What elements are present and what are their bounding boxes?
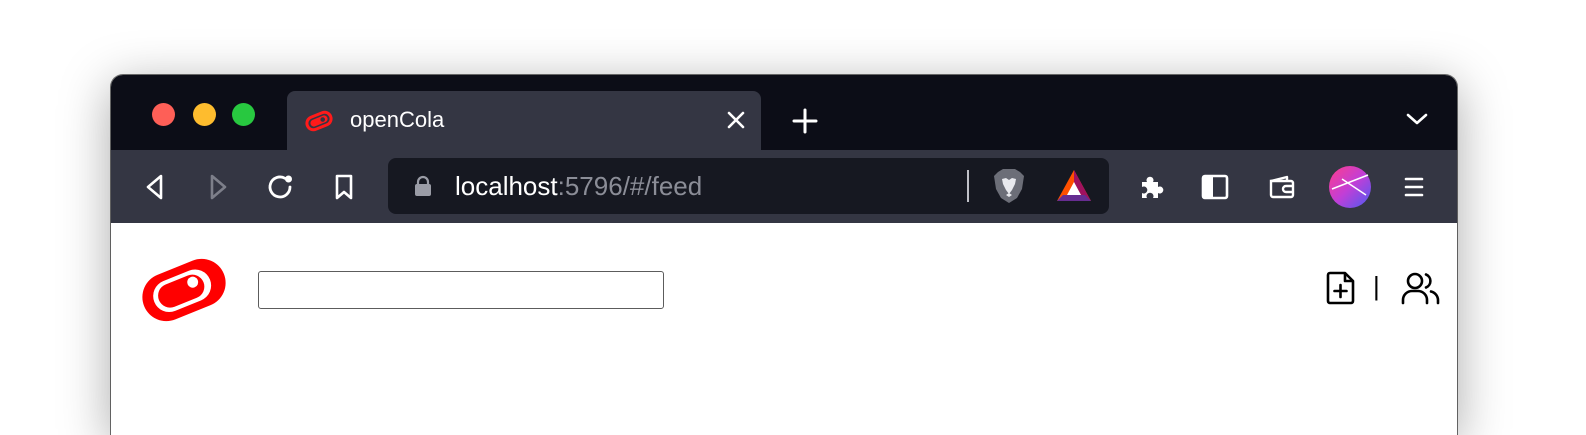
sidebar-icon[interactable]: [1200, 172, 1230, 202]
file-plus-icon[interactable]: [1325, 270, 1357, 306]
nav-divider: |: [1373, 271, 1380, 301]
page-content: |: [111, 223, 1457, 435]
lock-icon[interactable]: [413, 175, 433, 197]
url-path: :5796/#/feed: [557, 171, 703, 201]
brave-lion-icon[interactable]: [991, 167, 1027, 205]
puzzle-piece-icon[interactable]: [1137, 172, 1167, 202]
forward-arrow-icon[interactable]: [203, 172, 233, 202]
users-icon[interactable]: [1401, 270, 1441, 306]
url-host: localhost: [455, 171, 558, 201]
close-window-button[interactable]: [152, 103, 175, 126]
title-bar: openCola: [111, 75, 1457, 150]
browser-toolbar: localhost:5796/#/feed: [111, 150, 1457, 223]
hamburger-menu-icon[interactable]: [1399, 172, 1429, 202]
reload-icon[interactable]: [266, 172, 296, 202]
opencola-logo-icon[interactable]: [137, 251, 231, 329]
browser-window: openCola localhost:5796/#/feed |: [111, 75, 1457, 435]
bookmark-icon[interactable]: [329, 172, 359, 202]
opencola-logo-icon: [305, 110, 333, 132]
zoom-window-button[interactable]: [232, 103, 255, 126]
tab-title: openCola: [350, 107, 445, 132]
bat-triangle-icon[interactable]: [1055, 168, 1093, 204]
close-tab-icon[interactable]: [725, 109, 747, 131]
url-separator: [967, 170, 969, 202]
minimize-window-button[interactable]: [193, 103, 216, 126]
tab-opencola[interactable]: openCola: [287, 91, 761, 150]
chevron-down-icon[interactable]: [1405, 111, 1429, 127]
wallet-icon[interactable]: [1267, 172, 1297, 202]
new-tab-icon[interactable]: [791, 107, 819, 135]
back-arrow-icon[interactable]: [140, 172, 170, 202]
search-input[interactable]: [258, 271, 664, 309]
address-bar[interactable]: localhost:5796/#/feed: [388, 158, 1109, 214]
url-text[interactable]: localhost:5796/#/feed: [455, 172, 702, 200]
profile-avatar-icon[interactable]: [1328, 165, 1372, 209]
